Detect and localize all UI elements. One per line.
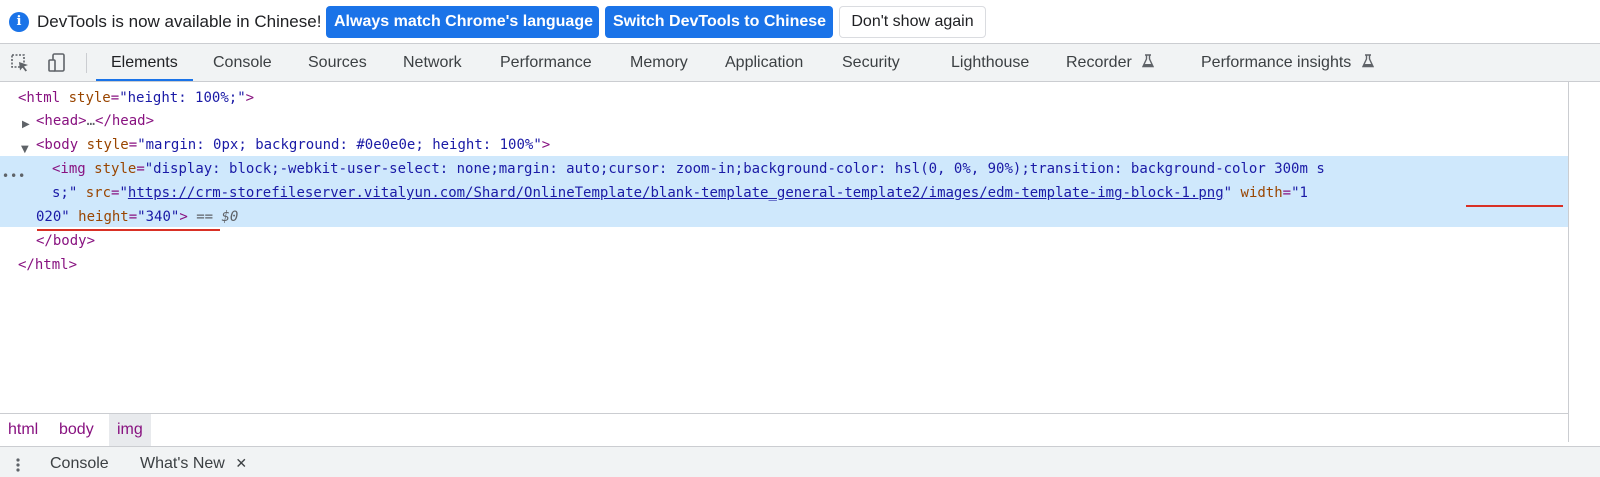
tree-node-html[interactable]: <html style="height: 100%;"> <box>18 86 1586 110</box>
tab-application[interactable]: Application <box>725 44 803 81</box>
tag-close: </body> <box>36 233 96 249</box>
equals-sign: = <box>128 209 138 225</box>
close-icon[interactable]: ✕ <box>235 455 247 471</box>
always-match-language-button[interactable]: Always match Chrome's language <box>326 6 599 38</box>
dont-show-again-button[interactable]: Don't show again <box>839 6 986 38</box>
drawer-tab-bar: Console What's New ✕ <box>0 446 1600 477</box>
equals-sign: = <box>1282 185 1292 201</box>
tree-node-img-line-3[interactable]: 020" height="340"> == $0 <box>36 205 1600 229</box>
tag-name: <head> <box>36 113 87 129</box>
selected-marker: == <box>196 209 214 225</box>
tab-network[interactable]: Network <box>403 44 462 81</box>
tree-node-body[interactable]: <body style="margin: 0px; background: #0… <box>36 133 1600 157</box>
breadcrumb-body[interactable]: body <box>51 414 102 446</box>
tag-close: </html> <box>18 257 78 273</box>
attr-value: "display: block;-webkit-user-select: non… <box>144 161 1308 177</box>
attr-name: src <box>85 185 112 201</box>
collapsed-ellipsis: … <box>86 113 96 129</box>
tag-name: <body <box>36 137 79 153</box>
tag-close: </head> <box>95 113 155 129</box>
toolbar-separator <box>86 53 87 73</box>
tree-node-body-close[interactable]: </body> <box>36 229 1600 253</box>
attr-value: "height: 100%;" <box>119 90 246 106</box>
devtools-tab-bar: Elements Console Sources Network Perform… <box>0 44 1600 82</box>
tab-security[interactable]: Security <box>842 44 900 81</box>
tab-performance-insights[interactable]: Performance insights <box>1201 44 1374 81</box>
elements-dom-tree: <html style="height: 100%;"> ▶ <head>…</… <box>0 82 1600 413</box>
language-infobar: i DevTools is now available in Chinese! … <box>0 0 1600 44</box>
inspect-element-icon[interactable] <box>9 52 31 74</box>
tag-name: <html <box>18 90 61 106</box>
attr-value: "340" <box>137 209 180 225</box>
switch-to-chinese-button[interactable]: Switch DevTools to Chinese <box>605 6 833 38</box>
equals-sign: = <box>128 137 138 153</box>
tab-elements[interactable]: Elements <box>96 44 193 81</box>
tree-node-head[interactable]: <head>…</head> <box>36 109 1600 133</box>
annotation-underline-width <box>1466 205 1563 207</box>
tab-console[interactable]: Console <box>213 44 272 81</box>
equals-sign: = <box>110 90 120 106</box>
tab-memory[interactable]: Memory <box>630 44 688 81</box>
tab-recorder[interactable]: Recorder <box>1066 44 1155 81</box>
attr-value: "margin: 0px; background: #0e0e0e; heigh… <box>137 137 542 153</box>
drawer-menu-icon[interactable] <box>16 457 20 473</box>
tab-performance-insights-label: Performance insights <box>1201 54 1352 71</box>
attr-value: 020" <box>36 209 70 225</box>
collapse-triangle-icon[interactable]: ▼ <box>21 138 29 162</box>
styles-pane-edge[interactable] <box>1568 82 1600 442</box>
tag-close-bracket: > <box>179 209 188 225</box>
node-actions-menu-icon[interactable]: ••• <box>2 164 26 188</box>
attr-name: style <box>68 90 111 106</box>
tree-node-html-close[interactable]: </html> <box>18 253 1586 277</box>
attr-name: style <box>94 161 137 177</box>
attr-value: "1 <box>1291 185 1308 201</box>
tree-node-img-line-1[interactable]: <img style="display: block;-webkit-user-… <box>52 157 1568 181</box>
tab-performance[interactable]: Performance <box>500 44 592 81</box>
tag-close-bracket: > <box>245 90 255 106</box>
tag-name: <img <box>52 161 86 177</box>
img-src-link[interactable]: https://crm-storefileserver.vitalyun.com… <box>128 185 1224 201</box>
attr-value: s;" <box>52 185 78 201</box>
drawer-tab-whats-new[interactable]: What's New ✕ <box>140 455 247 473</box>
attr-value-overflow: s <box>1316 161 1325 177</box>
attr-value-quote: " <box>119 185 128 201</box>
breadcrumb-html[interactable]: html <box>0 414 46 446</box>
experimental-flask-icon <box>1361 54 1374 68</box>
tree-node-img-line-2[interactable]: s;" src = "https://crm-storefileserver.vit… <box>52 181 1568 205</box>
attr-name: style <box>86 137 129 153</box>
attr-name: width <box>1240 185 1283 201</box>
breadcrumb: html body img <box>0 413 1568 446</box>
drawer-tab-console[interactable]: Console <box>50 455 109 473</box>
tab-lighthouse[interactable]: Lighthouse <box>951 44 1029 81</box>
experimental-flask-icon <box>1142 54 1155 68</box>
breadcrumb-img[interactable]: img <box>109 414 151 446</box>
device-toolbar-icon[interactable] <box>46 52 68 74</box>
info-icon: i <box>9 12 29 32</box>
attr-value-quote: " <box>1223 185 1233 201</box>
tab-recorder-label: Recorder <box>1066 54 1132 71</box>
console-reference: $0 <box>221 209 239 225</box>
attr-name: height <box>78 209 129 225</box>
drawer-tab-whats-new-label: What's New <box>140 455 225 472</box>
equals-sign: = <box>136 161 145 177</box>
infobar-message: DevTools is now available in Chinese! <box>37 12 322 31</box>
tag-close-bracket: > <box>541 137 551 153</box>
expand-triangle-icon[interactable]: ▶ <box>22 113 30 137</box>
tab-sources[interactable]: Sources <box>308 44 367 81</box>
